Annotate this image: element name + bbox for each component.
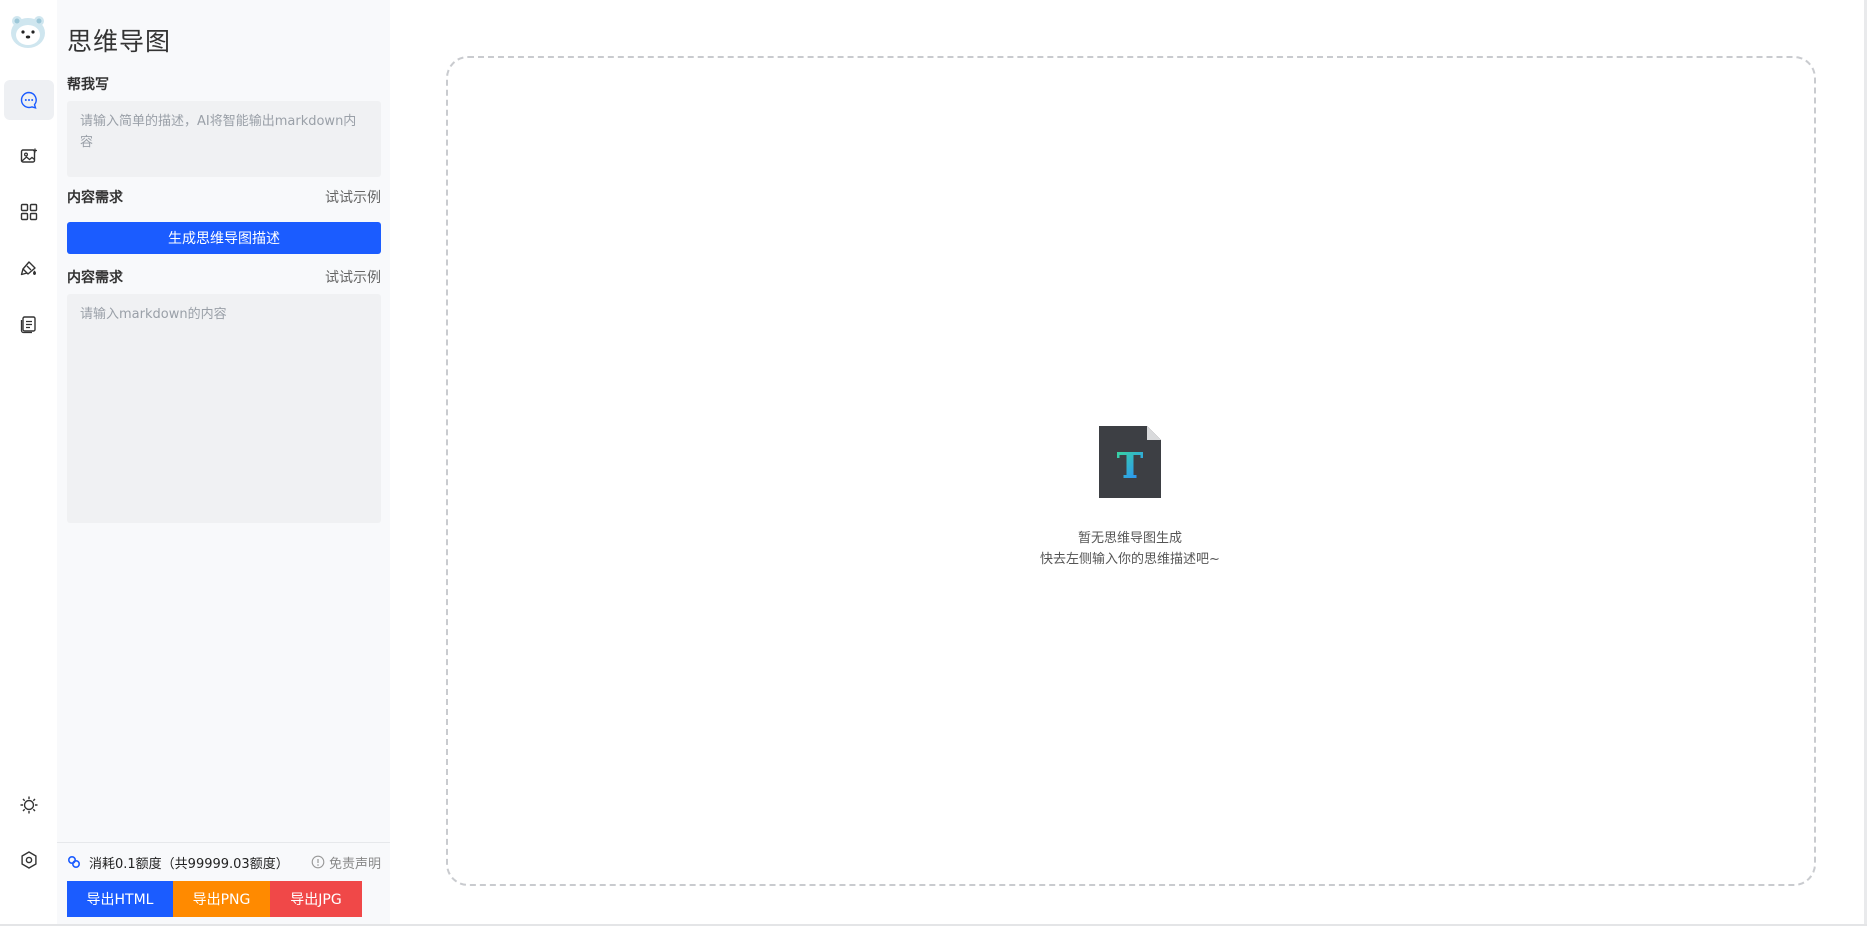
sidebar-rail bbox=[0, 0, 57, 926]
empty-state-hint: 快去左侧输入你的思维描述吧~ bbox=[1040, 552, 1220, 567]
info-icon bbox=[311, 855, 325, 869]
export-jpg-button[interactable]: 导出JPG bbox=[270, 881, 362, 917]
polar-bear-logo-icon[interactable] bbox=[9, 13, 47, 49]
chat-icon bbox=[20, 91, 37, 109]
credit-text: 消耗0.1额度（共99999.03额度） bbox=[89, 856, 289, 872]
disclaimer-link[interactable]: 免责声明 bbox=[311, 853, 381, 872]
markdown-input[interactable] bbox=[67, 294, 381, 523]
settings-button[interactable] bbox=[4, 840, 54, 880]
export-html-button[interactable]: 导出HTML bbox=[67, 881, 173, 917]
try-example-link[interactable]: 试试示例 bbox=[325, 187, 381, 207]
theme-sun-icon bbox=[20, 796, 38, 814]
generate-mindmap-button[interactable]: 生成思维导图描述 bbox=[67, 222, 381, 254]
credit-usage: 消耗0.1额度（共99999.03额度） bbox=[67, 853, 289, 872]
nav-brush[interactable] bbox=[4, 248, 54, 288]
credit-coin-icon bbox=[67, 855, 81, 869]
nav-document[interactable] bbox=[4, 304, 54, 344]
try-example-link[interactable]: 试试示例 bbox=[325, 267, 381, 287]
apps-icon bbox=[20, 203, 38, 221]
export-png-button[interactable]: 导出PNG bbox=[173, 881, 270, 917]
theme-toggle[interactable] bbox=[4, 785, 54, 825]
content-requirement-label: 内容需求 bbox=[67, 190, 123, 206]
export-button-group: 导出HTML 导出PNG 导出JPG bbox=[67, 881, 362, 917]
help-write-label: 帮我写 bbox=[67, 77, 109, 93]
mindmap-panel: 思维导图 帮我写 内容需求 试试示例 生成思维导图描述 内容需求 试试示例 消耗… bbox=[57, 0, 390, 926]
nav-image[interactable] bbox=[4, 136, 54, 176]
disclaimer-text: 免责声明 bbox=[328, 856, 381, 872]
content-requirement-label: 内容需求 bbox=[67, 270, 123, 286]
nav-apps[interactable] bbox=[4, 192, 54, 232]
nav-chat[interactable] bbox=[4, 80, 54, 120]
document-icon bbox=[20, 316, 36, 334]
prompt-input[interactable] bbox=[67, 101, 381, 177]
text-file-icon bbox=[1099, 426, 1161, 498]
empty-state-title: 暂无思维导图生成 bbox=[1077, 531, 1182, 546]
brush-icon bbox=[20, 261, 36, 276]
footer-divider bbox=[57, 842, 390, 843]
page-title: 思维导图 bbox=[67, 27, 172, 56]
settings-icon bbox=[21, 851, 37, 869]
image-icon bbox=[20, 148, 37, 163]
